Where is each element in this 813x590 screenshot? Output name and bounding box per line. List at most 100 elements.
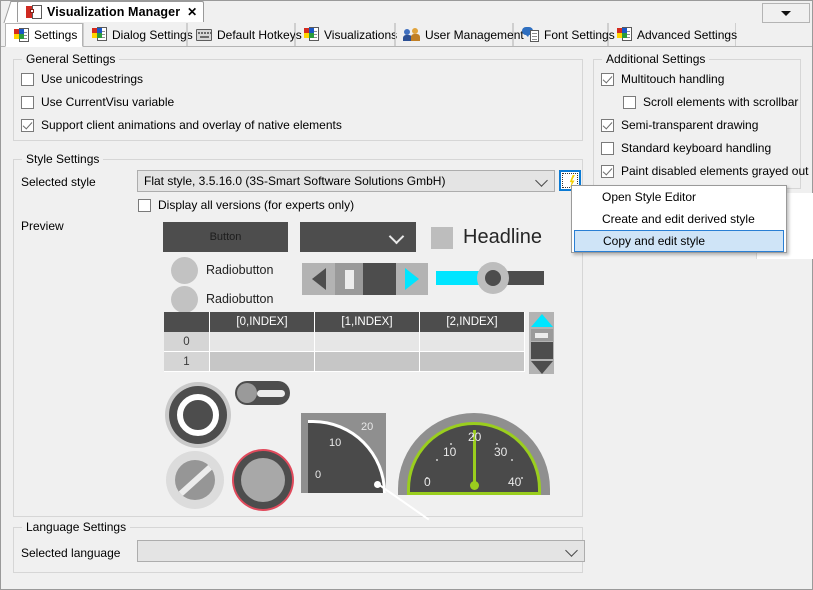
preview-knob-dark[interactable] xyxy=(169,386,227,444)
checkbox-box xyxy=(601,165,614,178)
gauge-tick-label: 0 xyxy=(424,475,431,489)
table-row[interactable]: 0 xyxy=(164,332,554,352)
menu-item-open-style-editor[interactable]: Open Style Editor xyxy=(572,186,786,208)
preview-knob-red-ring[interactable] xyxy=(234,451,292,509)
selected-language-label: Selected language xyxy=(21,546,120,560)
title-bar: Visualization Manager ✕ xyxy=(1,1,812,24)
slider-knob[interactable] xyxy=(477,262,509,294)
triangle-up-icon[interactable] xyxy=(531,314,553,327)
menu-item-label: Create and edit derived style xyxy=(602,212,755,226)
tab-label: Font Settings xyxy=(544,28,615,42)
table-cell[interactable] xyxy=(315,352,420,372)
table-cell[interactable] xyxy=(420,332,525,352)
style-editor-context-menu[interactable]: Open Style Editor Create and edit derive… xyxy=(571,185,787,253)
gauge-tick-label: 30 xyxy=(494,445,507,459)
checkbox-label: Multitouch handling xyxy=(621,72,724,86)
thumb-grip xyxy=(345,270,354,289)
font-bubble-icon xyxy=(522,27,539,42)
knob-inner xyxy=(241,458,285,502)
scrollbar-track[interactable] xyxy=(531,342,553,359)
checkbox-semi-transparent-drawing[interactable]: Semi-transparent drawing xyxy=(601,118,758,132)
preview-slider[interactable] xyxy=(436,262,546,294)
tab-user-management[interactable]: User Management xyxy=(395,23,513,46)
checkbox-use-currentvisu-variable[interactable]: Use CurrentVisu variable xyxy=(21,95,174,109)
tab-label: Visualizations xyxy=(324,28,397,42)
document-tab-title: Visualization Manager xyxy=(47,5,180,19)
menu-item-label: Open Style Editor xyxy=(602,190,696,204)
checkbox-support-client-animations[interactable]: Support client animations and overlay of… xyxy=(21,118,342,132)
preview-table[interactable]: [0,INDEX] [1,INDEX] [2,INDEX] 0 1 xyxy=(164,312,554,374)
checkbox-label: Semi-transparent drawing xyxy=(621,118,758,132)
tab-settings[interactable]: Settings xyxy=(5,23,83,47)
gauge-tick-label: 10 xyxy=(443,445,456,459)
preview-radiobutton-2-label: Radiobutton xyxy=(206,292,273,306)
scrollbar-thumb[interactable] xyxy=(531,329,553,341)
scrollbar-thumb[interactable] xyxy=(335,263,363,295)
keyboard-icon xyxy=(196,29,212,41)
triangle-down-icon[interactable] xyxy=(531,361,553,374)
colored-doc-icon xyxy=(14,28,29,43)
menu-item-copy-and-edit-style[interactable]: Copy and edit style xyxy=(574,230,784,252)
checkbox-label: Use unicodestrings xyxy=(41,72,143,86)
scrollbar-right-button[interactable] xyxy=(396,263,428,295)
table-row-index: 0 xyxy=(164,332,210,352)
preview-scrollbar[interactable] xyxy=(302,263,428,295)
gauge-tick-label: 40 xyxy=(508,475,521,489)
tab-label: Settings xyxy=(34,28,77,42)
tab-font-settings[interactable]: Font Settings xyxy=(513,23,608,46)
tab-default-hotkeys[interactable]: Default Hotkeys xyxy=(187,23,295,46)
chevron-down-icon xyxy=(781,11,791,16)
gauge-tick-label: 20 xyxy=(468,430,481,444)
table-cell[interactable] xyxy=(210,352,315,372)
tab-label: Default Hotkeys xyxy=(217,28,302,42)
tab-list-dropdown-button[interactable] xyxy=(762,3,810,23)
checkbox-label: Support client animations and overlay of… xyxy=(41,118,342,132)
table-vertical-scrollbar[interactable] xyxy=(529,312,554,374)
checkbox-display-all-versions[interactable]: Display all versions (for experts only) xyxy=(138,198,354,212)
checkbox-multitouch-handling[interactable]: Multitouch handling xyxy=(601,72,724,86)
checkbox-use-unicodestrings[interactable]: Use unicodestrings xyxy=(21,72,143,86)
gauge-hub xyxy=(374,481,381,488)
chevron-down-icon xyxy=(565,544,578,557)
table-cell[interactable] xyxy=(210,332,315,352)
selected-style-combobox[interactable]: Flat style, 3.5.16.0 (3S-Smart Software … xyxy=(137,170,555,192)
checkbox-label: Standard keyboard handling xyxy=(621,141,771,155)
table-header-cell: [0,INDEX] xyxy=(210,312,315,332)
close-icon[interactable]: ✕ xyxy=(187,6,197,18)
table-cell[interactable] xyxy=(315,332,420,352)
preview-toggle-switch[interactable] xyxy=(235,381,290,405)
table-cell[interactable] xyxy=(420,352,525,372)
triangle-left-icon xyxy=(312,268,326,290)
preview-checkbox-square[interactable] xyxy=(431,227,453,249)
preview-radiobutton-1-label: Radiobutton xyxy=(206,263,273,277)
document-tab-visualization-manager[interactable]: Visualization Manager ✕ xyxy=(17,1,204,22)
table-row[interactable]: 1 xyxy=(164,352,554,372)
colored-doc-icon xyxy=(304,27,319,42)
preview-knob-light[interactable] xyxy=(166,451,224,509)
colored-doc-icon xyxy=(92,27,107,42)
preview-radiobutton-1[interactable] xyxy=(171,257,198,284)
table-header-cell: [2,INDEX] xyxy=(420,312,525,332)
tab-dialog-settings[interactable]: Dialog Settings xyxy=(83,23,187,46)
scrollbar-left-button[interactable] xyxy=(302,263,335,295)
visualization-manager-window: Visualization Manager ✕ Settings Dialog … xyxy=(0,0,813,590)
checkbox-paint-disabled-elements-grayed-out[interactable]: Paint disabled elements grayed out xyxy=(601,164,808,178)
menu-item-label: Copy and edit style xyxy=(603,234,705,248)
checkbox-standard-keyboard-handling[interactable]: Standard keyboard handling xyxy=(601,141,771,155)
checkbox-box xyxy=(601,142,614,155)
checkbox-label: Scroll elements with scrollbar xyxy=(643,95,798,109)
preview-combobox[interactable] xyxy=(300,222,416,252)
checkbox-box xyxy=(138,199,151,212)
preview-quarter-gauge: 0 10 20 xyxy=(301,413,386,493)
scrollbar-track[interactable] xyxy=(363,263,396,295)
selected-language-combobox[interactable] xyxy=(137,540,585,562)
preview-button[interactable]: Button xyxy=(163,222,288,252)
tab-visualizations[interactable]: Visualizations xyxy=(295,23,395,46)
checkbox-label: Paint disabled elements grayed out xyxy=(621,164,808,178)
preview-radiobutton-2[interactable] xyxy=(171,286,198,313)
checkbox-box xyxy=(21,119,34,132)
tab-advanced-settings[interactable]: Advanced Settings xyxy=(608,23,736,46)
menu-item-create-and-edit-derived-style[interactable]: Create and edit derived style xyxy=(572,208,786,230)
checkbox-scroll-elements-with-scrollbar[interactable]: Scroll elements with scrollbar xyxy=(623,95,798,109)
table-row-index: 1 xyxy=(164,352,210,372)
